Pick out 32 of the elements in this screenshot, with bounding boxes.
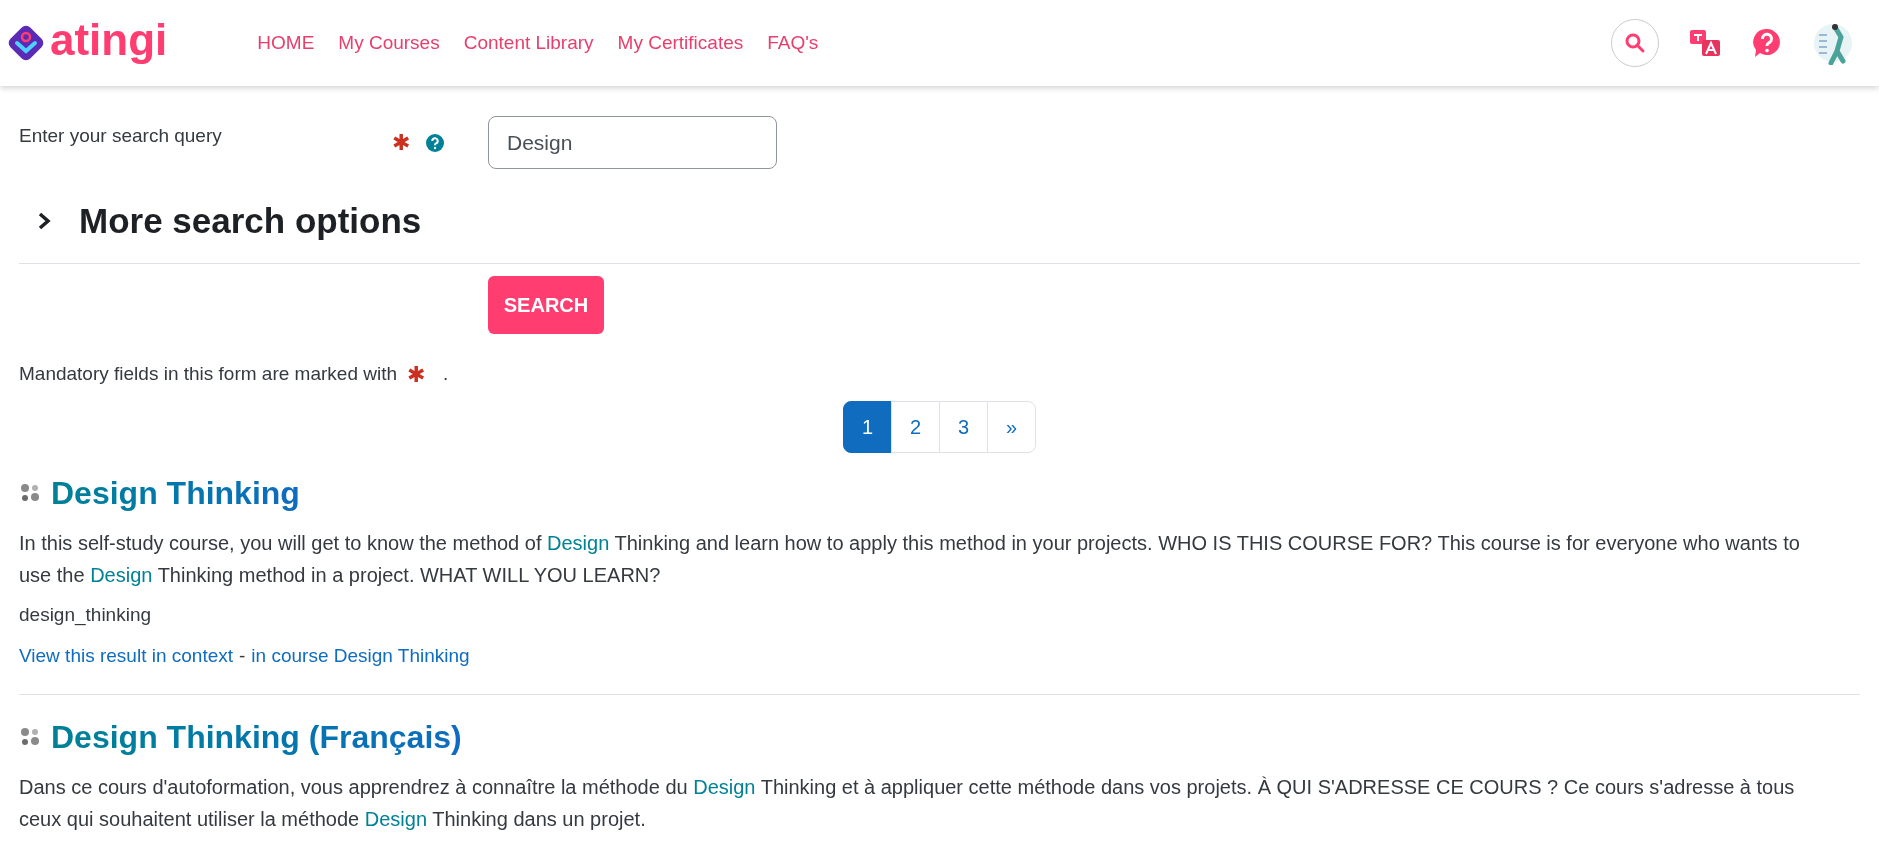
- page-link[interactable]: 1: [843, 401, 892, 453]
- chevron-right-icon[interactable]: [37, 211, 51, 231]
- nav-link[interactable]: HOME: [257, 28, 315, 58]
- search-button[interactable]: SEARCH: [488, 276, 604, 334]
- nav-link[interactable]: My Courses: [338, 28, 440, 58]
- note-period: .: [443, 362, 449, 387]
- nav-link[interactable]: Content Library: [463, 28, 594, 58]
- separator-text: -: [239, 643, 246, 668]
- required-mark: ✱: [407, 361, 426, 389]
- nav-link[interactable]: FAQ's: [767, 28, 819, 58]
- page-link[interactable]: 3: [939, 401, 988, 453]
- field-label: Enter your search query: [19, 124, 223, 149]
- required-mark: ✱: [392, 129, 411, 157]
- logo-text[interactable]: atingi: [50, 18, 168, 68]
- course-shortname: design_thinking: [19, 603, 153, 628]
- result-description: In this self-study course, you will get to know the method of Design Thinking and learn how to apply this method in your projects. WHO IS THIS COURSE FOR? This course is for everyone who wants to use the Design Thinking method in a project. WHAT WILL YOU LEARN?: [19, 531, 1801, 588]
- search-query-field[interactable]: Design: [488, 116, 777, 169]
- search-icon: [1624, 32, 1646, 54]
- mandatory-note: Mandatory fields in this form are marked with: [19, 362, 398, 387]
- avatar-illustration[interactable]: [1813, 21, 1853, 65]
- course-link[interactable]: in course Design Thinking: [251, 641, 470, 670]
- page-link[interactable]: »: [987, 401, 1036, 453]
- nav-link[interactable]: My Certificates: [617, 28, 744, 58]
- result-description: Dans ce cours d'autoformation, vous apprendrez à connaître la méthode du Design Thinking et à appliquer cette méthode dans vos projets. À QUI S'ADRESSE CE COURS ? Ce cours s'adresse à tous ceux qui souhaitent utiliser la méthode Design Thinking dans un projet.: [19, 775, 1796, 832]
- course-icon: [19, 482, 41, 504]
- translate-icon[interactable]: [1689, 27, 1721, 59]
- course-icon: [19, 726, 41, 748]
- context-link[interactable]: View this result in context: [19, 641, 234, 670]
- section-heading[interactable]: More search options: [79, 194, 422, 248]
- help-icon[interactable]: [426, 133, 444, 152]
- page-link[interactable]: 2: [891, 401, 940, 453]
- help-icon[interactable]: [1751, 27, 1783, 59]
